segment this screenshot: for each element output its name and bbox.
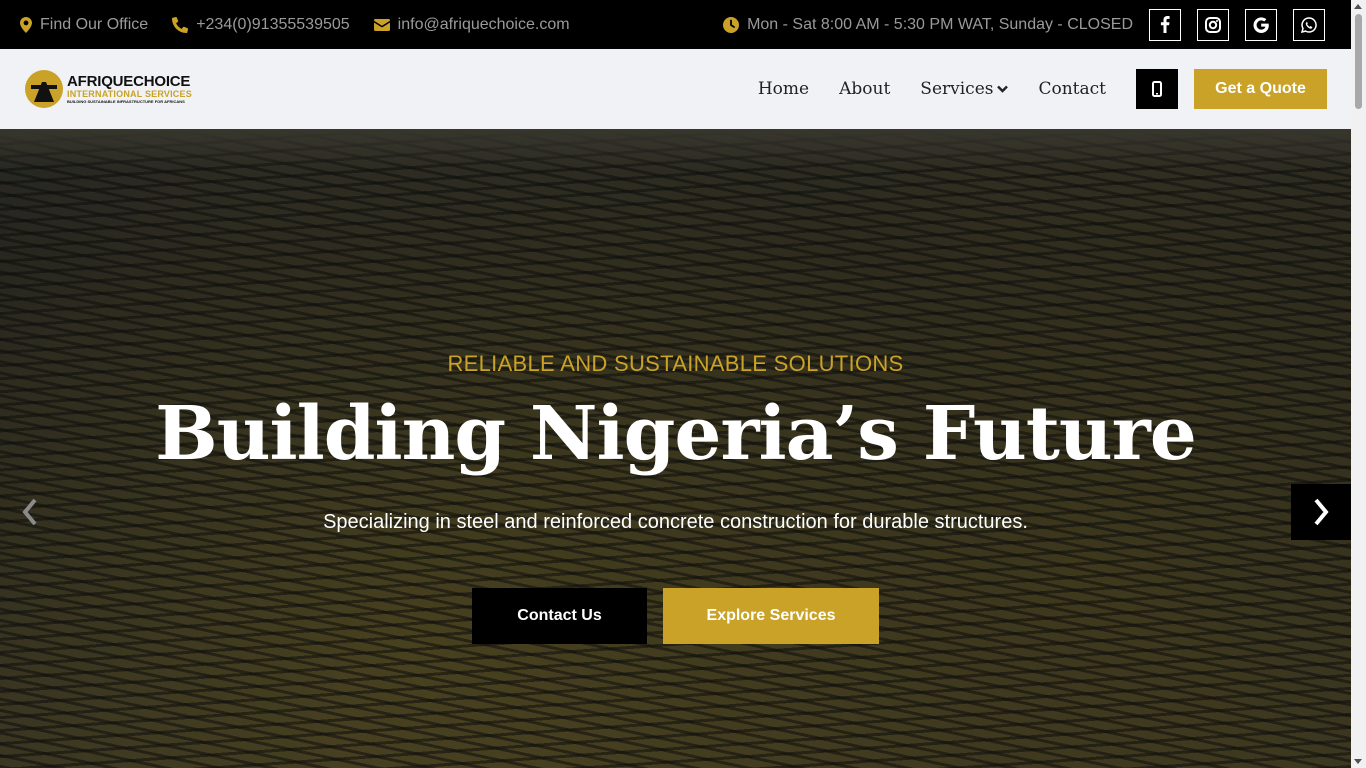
facebook-icon: [1160, 16, 1170, 33]
hero-subtitle: Specializing in steel and reinforced con…: [323, 511, 1028, 533]
contact-us-button[interactable]: Contact Us: [472, 588, 647, 644]
hero-eyebrow: RELIABLE AND SUSTAINABLE SOLUTIONS: [447, 351, 904, 376]
whatsapp-button[interactable]: [1293, 8, 1325, 41]
page-scrollbar[interactable]: [1351, 0, 1366, 768]
nav-contact[interactable]: Contact: [1038, 79, 1106, 99]
instagram-icon: [1205, 16, 1221, 33]
map-pin-icon: [20, 16, 32, 33]
logo-line-2: INTERNATIONAL SERVICES: [67, 89, 192, 99]
site-header: AFRIQUECHOICE INTERNATIONAL SERVICES BUI…: [0, 49, 1351, 129]
hero-buttons: Contact Us Explore Services: [0, 588, 1351, 644]
scroll-up-arrow[interactable]: [1354, 4, 1362, 9]
google-button[interactable]: [1245, 8, 1277, 41]
top-bar: Find Our Office +234(0)91355539505 info@…: [0, 0, 1351, 49]
chevron-down-icon: [997, 85, 1009, 93]
chevron-right-icon: [1314, 498, 1329, 526]
company-logo[interactable]: AFRIQUECHOICE INTERNATIONAL SERVICES BUI…: [25, 70, 192, 108]
email-link[interactable]: info@afriquechoice.com: [373, 15, 570, 34]
chevron-left-icon: [22, 498, 37, 526]
office-link[interactable]: Find Our Office: [20, 16, 148, 34]
slider-prev-button[interactable]: [0, 484, 60, 540]
logo-mark: [25, 70, 63, 108]
hours-text: Mon - Sat 8:00 AM - 5:30 PM WAT, Sunday …: [747, 15, 1133, 33]
clock-icon: [723, 16, 740, 33]
mobile-phone-icon: [1152, 81, 1162, 97]
instagram-button[interactable]: [1197, 8, 1229, 41]
explore-services-button[interactable]: Explore Services: [663, 588, 879, 644]
phone-number: +234(0)91355539505: [196, 15, 350, 33]
hero-content: RELIABLE AND SUSTAINABLE SOLUTIONS Build…: [0, 129, 1351, 768]
nav-services-label: Services: [920, 79, 994, 99]
whatsapp-icon: [1301, 16, 1317, 33]
hero-title: Building Nigeria’s Future: [155, 391, 1197, 477]
email-address: info@afriquechoice.com: [397, 15, 570, 33]
call-button[interactable]: [1136, 69, 1178, 109]
scroll-down-arrow[interactable]: [1354, 759, 1362, 764]
logo-line-1: AFRIQUECHOICE: [67, 73, 191, 90]
envelope-icon: [373, 18, 390, 31]
topbar-right: Mon - Sat 8:00 AM - 5:30 PM WAT, Sunday …: [723, 8, 1351, 41]
logo-tagline: BUILDING SUSTAINABLE INFRASTRUCTURE FOR …: [67, 99, 185, 104]
slider-next-button[interactable]: [1291, 484, 1351, 540]
nav-about[interactable]: About: [839, 79, 890, 99]
phone-link[interactable]: +234(0)91355539505: [172, 15, 350, 34]
get-quote-button[interactable]: Get a Quote: [1194, 69, 1327, 109]
phone-icon: [172, 16, 189, 33]
nav-home[interactable]: Home: [758, 79, 809, 99]
nav-services[interactable]: Services: [920, 79, 1009, 99]
facebook-button[interactable]: [1149, 8, 1181, 41]
business-hours: Mon - Sat 8:00 AM - 5:30 PM WAT, Sunday …: [723, 16, 1133, 34]
main-nav: Home About Services Contact Get a Quote: [758, 69, 1351, 109]
scrollbar-thumb[interactable]: [1355, 14, 1362, 109]
office-label: Find Our Office: [40, 15, 149, 33]
logo-text: AFRIQUECHOICE INTERNATIONAL SERVICES BUI…: [67, 74, 192, 104]
hero-slider: RELIABLE AND SUSTAINABLE SOLUTIONS Build…: [0, 129, 1351, 768]
google-icon: [1253, 16, 1269, 33]
